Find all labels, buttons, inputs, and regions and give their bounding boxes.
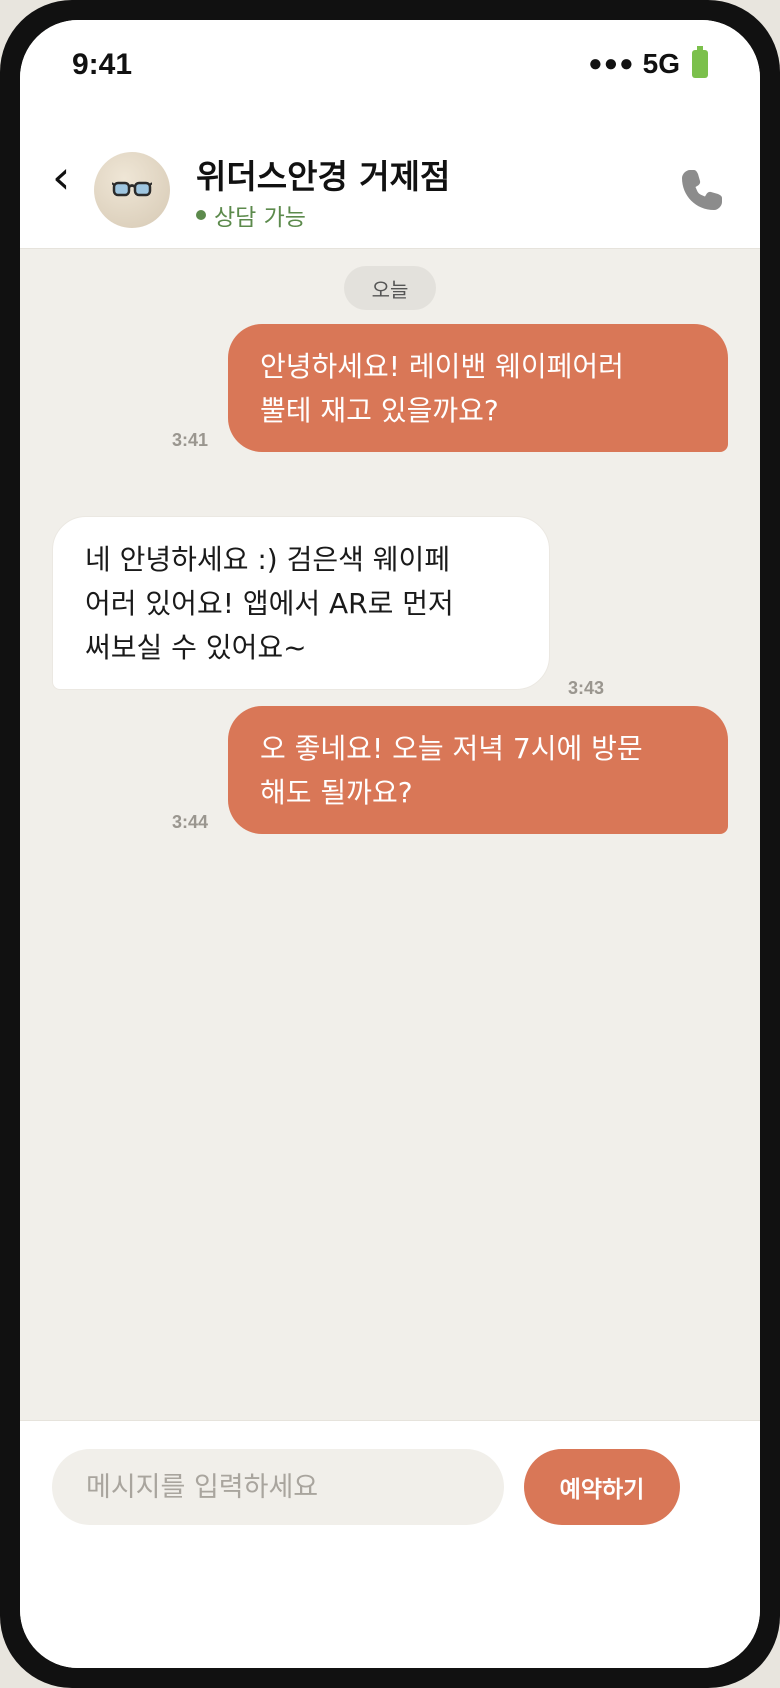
date-separator: 오늘: [344, 266, 436, 310]
message-line: 안녕하세요! 레이밴 웨이페어러: [260, 350, 624, 383]
avatar[interactable]: [94, 152, 170, 228]
chat-header: ‹ 위더스안경 거제점 상담 가능: [20, 120, 760, 249]
composer-bar: 예약하기: [20, 1420, 760, 1668]
message-bubble-incoming[interactable]: 네 안녕하세요 :) 검은색 웨이페 어러 있어요! 앱에서 AR로 먼저 써보…: [52, 516, 550, 690]
glasses-icon: [112, 181, 152, 197]
status-time: 9:41: [72, 48, 133, 81]
battery-icon: [692, 46, 708, 78]
status-bar: 9:41 ●●● 5G: [20, 20, 760, 120]
store-name: 위더스안경 거제점: [196, 157, 451, 196]
availability-status: 상담 가능: [196, 198, 306, 232]
message-line: 써보실 수 있어요~: [85, 631, 307, 664]
screen: 9:41 ●●● 5G ‹ 위더스안경 거제점 상담 가능 오늘 안녕하세요! …: [20, 20, 760, 1668]
status-indicators: ●●● 5G: [588, 46, 708, 80]
phone-frame: 9:41 ●●● 5G ‹ 위더스안경 거제점 상담 가능 오늘 안녕하세요! …: [0, 0, 780, 1688]
message-time: 3:43: [568, 678, 605, 698]
book-button[interactable]: 예약하기: [524, 1449, 680, 1525]
online-dot-icon: [196, 210, 206, 220]
message-bubble-outgoing[interactable]: 오 좋네요! 오늘 저녁 7시에 방문 해도 될까요?: [228, 706, 728, 834]
availability-label: 상담 가능: [214, 205, 306, 231]
message-line: 해도 될까요?: [260, 776, 413, 809]
back-button[interactable]: ‹: [52, 154, 70, 200]
message-time: 3:44: [172, 812, 209, 832]
signal-icon: ●●●: [588, 50, 635, 77]
message-input[interactable]: [52, 1449, 504, 1525]
message-line: 뿔테 재고 있을까요?: [260, 394, 499, 427]
message-line: 오 좋네요! 오늘 저녁 7시에 방문: [260, 732, 643, 765]
message-bubble-outgoing[interactable]: 안녕하세요! 레이밴 웨이페어러 뿔테 재고 있을까요?: [228, 324, 728, 452]
message-line: 네 안녕하세요 :) 검은색 웨이페: [85, 543, 451, 576]
message-time: 3:41: [172, 430, 209, 450]
message-line: 어러 있어요! 앱에서 AR로 먼저: [85, 587, 454, 620]
phone-icon[interactable]: [676, 164, 728, 216]
network-label: 5G: [642, 48, 680, 79]
